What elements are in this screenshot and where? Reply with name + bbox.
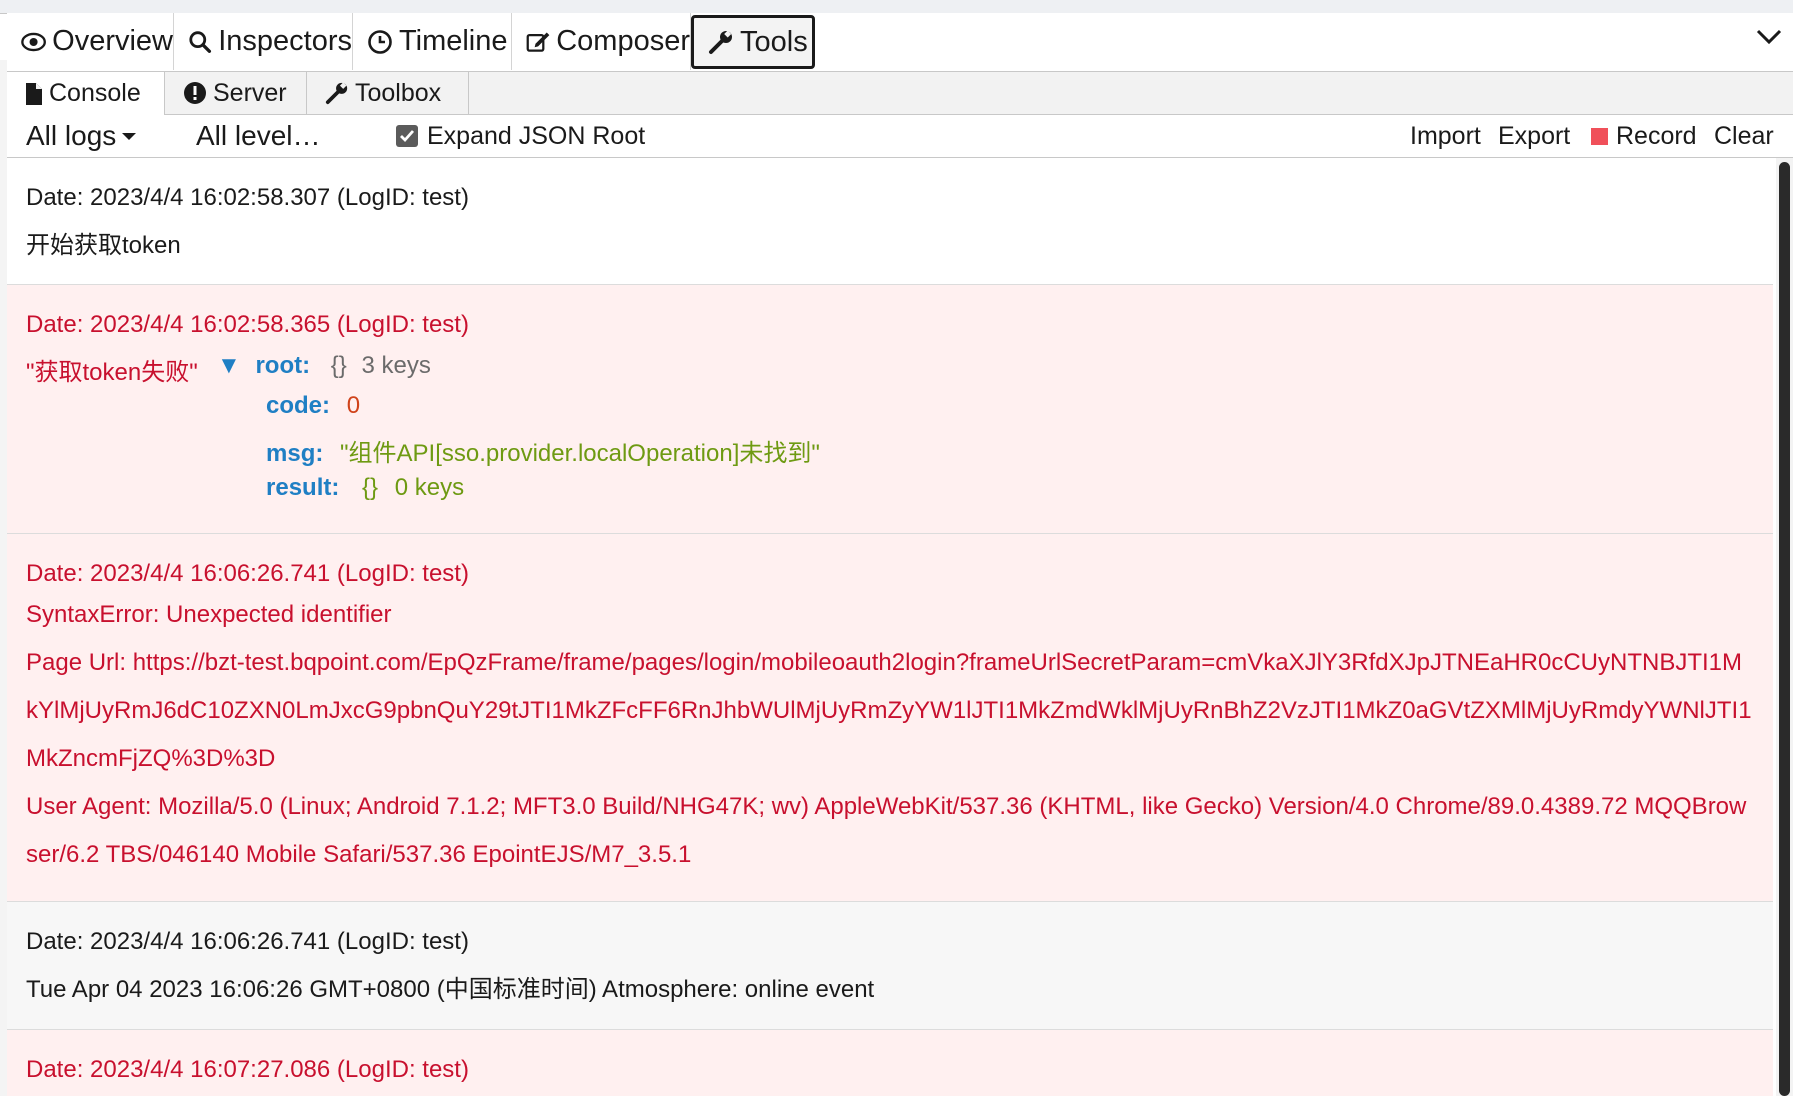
- log-line: Page Url: https://bzt-test.bqpoint.com/E…: [26, 649, 1742, 676]
- json-msg-value: "组件API[sso.provider.localOperation]未找到": [340, 440, 820, 467]
- subtab-toolbox-label: Toolbox: [355, 78, 442, 107]
- json-root-node[interactable]: ▼ root: {} 3 keys: [217, 352, 431, 380]
- tab-timeline-label: Timeline: [399, 25, 508, 57]
- edit-icon: [526, 31, 550, 52]
- subtab-server[interactable]: Server: [165, 72, 307, 114]
- chevron-down-icon[interactable]: [1755, 27, 1783, 47]
- log-message: Tue Apr 04 2023 16:06:26 GMT+0800 (中国标准时…: [26, 976, 875, 1003]
- record-dot-icon: [1591, 127, 1608, 145]
- level-filter-dropdown[interactable]: All level…: [196, 115, 320, 157]
- log-date: Date: 2023/4/4 16:06:26.741 (LogID: test…: [26, 928, 469, 955]
- caret-down-icon: [122, 133, 137, 140]
- subtab-toolbox[interactable]: Toolbox: [307, 72, 469, 114]
- log-entry: Date: 2023/4/4 16:06:26.741 (LogID: test…: [7, 902, 1773, 1030]
- tab-composer-label: Composer: [556, 25, 690, 57]
- record-label: Record: [1616, 121, 1697, 150]
- scrollbar-thumb[interactable]: [1779, 162, 1790, 1096]
- log-entry: Date: 2023/4/4 16:02:58.365 (LogID: test…: [7, 285, 1773, 601]
- expand-json-toggle[interactable]: Expand JSON Root: [396, 115, 645, 157]
- json-result-row: result: {} 0 keys: [266, 474, 464, 502]
- main-tab-bar: Overview Inspectors Timeline Composer To…: [7, 13, 1793, 72]
- tab-overview-label: Overview: [52, 25, 173, 57]
- subtab-console[interactable]: Console: [7, 72, 165, 115]
- json-code-key: code:: [266, 392, 331, 419]
- export-label: Export: [1498, 121, 1571, 150]
- alert-icon: [184, 82, 206, 104]
- log-line: ser/6.2 TBS/046140 Mobile Safari/537.36 …: [26, 841, 692, 868]
- logs-filter-value: All logs: [26, 120, 117, 151]
- log-line: SyntaxError: Unexpected identifier: [26, 601, 392, 628]
- json-result-braces: {}: [362, 474, 379, 501]
- tree-toggle-icon[interactable]: ▼: [217, 352, 241, 379]
- json-root-key: root:: [255, 352, 311, 379]
- clock-icon: [368, 29, 392, 54]
- tab-tools-label: Tools: [740, 25, 808, 58]
- log-message: "获取token失败": [26, 359, 198, 386]
- record-button[interactable]: Record: [1591, 115, 1697, 157]
- console-toolbar: All logs All level… Expand JSON Root Imp…: [7, 115, 1793, 158]
- import-label: Import: [1410, 121, 1481, 150]
- tab-tools[interactable]: Tools: [691, 15, 815, 69]
- clear-button[interactable]: Clear: [1714, 115, 1774, 157]
- wrench-icon: [325, 82, 348, 105]
- level-filter-value: All level…: [196, 120, 321, 151]
- log-line: User Agent: Mozilla/5.0 (Linux; Android …: [26, 793, 1747, 820]
- log-message: 开始获取token: [26, 232, 181, 259]
- sub-tab-bar: Console Server Toolbox: [7, 72, 1793, 115]
- tab-overview[interactable]: Overview: [7, 13, 174, 70]
- json-code-value: 0: [346, 392, 361, 419]
- search-icon: [189, 30, 212, 53]
- eye-icon: [21, 32, 46, 51]
- logs-filter-dropdown[interactable]: All logs: [26, 115, 138, 157]
- tab-inspectors[interactable]: Inspectors: [174, 13, 353, 70]
- json-msg-row: msg: "组件API[sso.provider.localOperation]…: [266, 433, 820, 468]
- json-root-braces: {}: [330, 352, 347, 379]
- json-result-key: result:: [266, 474, 340, 501]
- export-button[interactable]: Export: [1498, 115, 1570, 157]
- expand-json-checkbox[interactable]: [396, 125, 418, 147]
- expand-json-label: Expand JSON Root: [427, 121, 646, 150]
- log-date: Date: 2023/4/4 16:07:27.086 (LogID: test…: [26, 1056, 469, 1083]
- log-line: kYlMjUyRmJ6dC10ZXN0LmJxcG9pbnQuY29tJTI1M…: [26, 697, 1752, 724]
- check-icon: [400, 130, 415, 143]
- file-icon: [26, 82, 42, 105]
- tab-inspectors-label: Inspectors: [218, 25, 352, 57]
- subtab-console-label: Console: [49, 79, 141, 107]
- json-msg-key: msg:: [266, 440, 324, 467]
- import-button[interactable]: Import: [1410, 115, 1481, 157]
- log-date: Date: 2023/4/4 16:02:58.365 (LogID: test…: [26, 311, 469, 338]
- clear-label: Clear: [1714, 121, 1774, 150]
- log-entry: Date: 2023/4/4 16:07:27.086 (LogID: test…: [7, 1030, 1773, 1096]
- wrench-icon: [709, 30, 732, 54]
- console-log-area: Date: 2023/4/4 16:02:58.307 (LogID: test…: [7, 158, 1773, 1096]
- log-line: MkZncmFjZQ%3D%3D: [26, 745, 276, 772]
- log-date: Date: 2023/4/4 16:02:58.307 (LogID: test…: [26, 184, 469, 211]
- json-root-count: 3 keys: [361, 352, 431, 379]
- log-entry: Date: 2023/4/4 16:06:26.741 (LogID: test…: [7, 534, 1773, 902]
- json-result-count: 0 keys: [394, 474, 465, 501]
- window-top-strip: [0, 0, 1793, 14]
- subtab-server-label: Server: [213, 78, 287, 107]
- tab-timeline[interactable]: Timeline: [353, 13, 512, 70]
- log-entry: Date: 2023/4/4 16:02:58.307 (LogID: test…: [7, 158, 1773, 285]
- tab-composer[interactable]: Composer: [512, 13, 691, 70]
- vertical-scrollbar[interactable]: [1776, 158, 1793, 1096]
- log-date: Date: 2023/4/4 16:06:26.741 (LogID: test…: [26, 560, 469, 587]
- json-code-row: code: 0: [266, 392, 360, 420]
